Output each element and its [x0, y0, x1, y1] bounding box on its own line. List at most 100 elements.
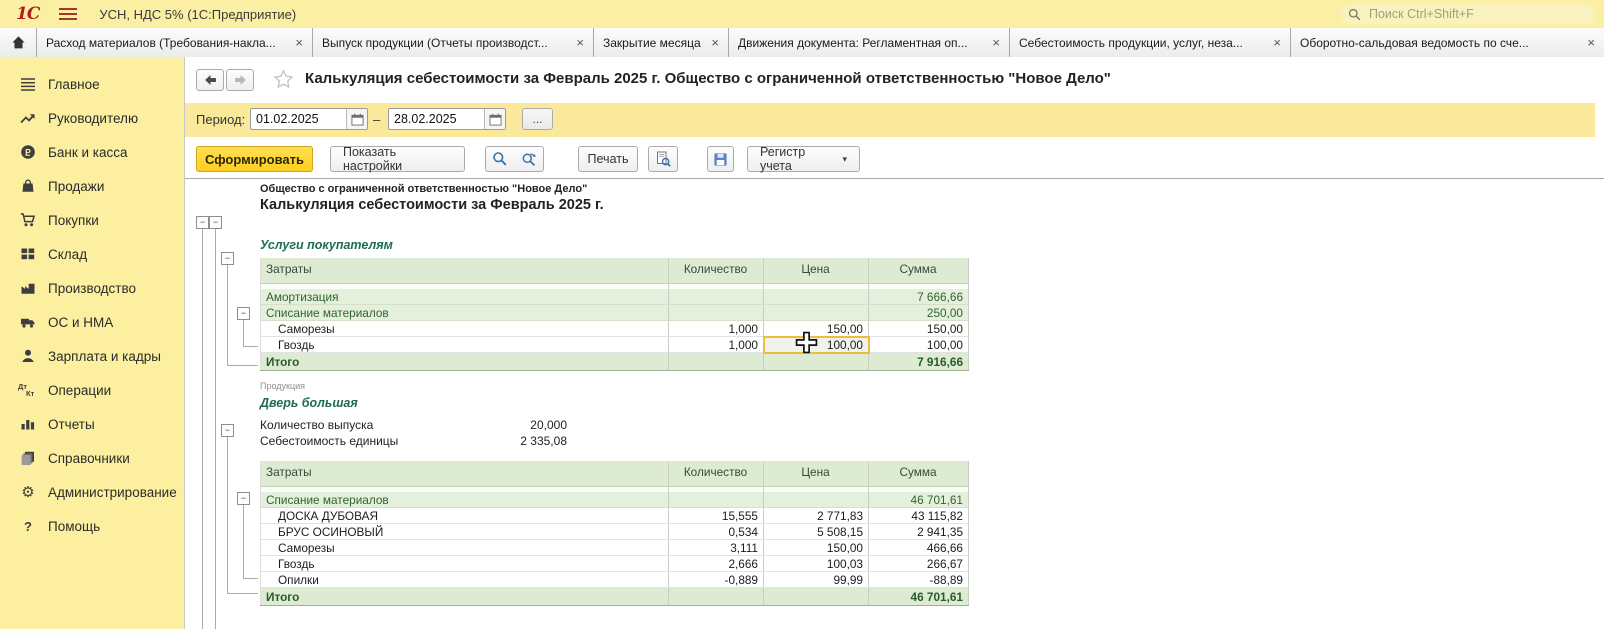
sidebar-item-proizvodstvo[interactable]: Производство — [0, 271, 184, 305]
cell[interactable] — [669, 305, 764, 321]
cell[interactable] — [669, 353, 764, 371]
sidebar-item-pokupki[interactable]: Покупки — [0, 203, 184, 237]
close-icon[interactable]: × — [1273, 36, 1281, 49]
cell[interactable]: -88,89 — [869, 572, 969, 588]
sidebar-item-spravochniki[interactable]: Справочники — [0, 441, 184, 475]
tab-oborotno-saldovaya[interactable]: Оборотно-сальдовая ведомость по сче... × — [1291, 28, 1604, 57]
tab-vypusk-produkcii[interactable]: Выпуск продукции (Отчеты производст... × — [313, 28, 594, 57]
cell[interactable]: Итого — [261, 588, 669, 606]
collapse-level-button[interactable]: − — [196, 216, 209, 229]
cell[interactable]: Опилки — [261, 572, 669, 588]
sidebar-item-pomosch[interactable]: ? Помощь — [0, 509, 184, 543]
forward-button[interactable] — [226, 69, 254, 91]
tab-zakrytie-mesyaca[interactable]: Закрытие месяца × — [594, 28, 729, 57]
sidebar-item-prodazhi[interactable]: Продажи — [0, 169, 184, 203]
period-to-field[interactable] — [388, 108, 506, 130]
collapse-level-button[interactable]: − — [209, 216, 222, 229]
cell[interactable]: 3,111 — [669, 540, 764, 556]
calendar-icon[interactable] — [346, 109, 367, 129]
group-header-door[interactable]: Дверь большая — [260, 396, 358, 410]
period-more-button[interactable]: ... — [522, 108, 553, 130]
cell[interactable]: ДОСКА ДУБОВАЯ — [261, 508, 669, 524]
cell[interactable]: 15,555 — [669, 508, 764, 524]
cell[interactable]: 99,99 — [764, 572, 869, 588]
stat-value[interactable]: 20,000 — [530, 418, 567, 432]
cell[interactable]: 43 115,82 — [869, 508, 969, 524]
collapse-materials2-button[interactable]: − — [237, 492, 250, 505]
selected-cell[interactable]: 100,00 — [764, 337, 869, 353]
cell[interactable]: 7 666,66 — [869, 289, 969, 305]
print-preview-button[interactable] — [648, 146, 678, 172]
cell[interactable]: БРУС ОСИНОВЫЙ — [261, 524, 669, 540]
cell[interactable] — [669, 492, 764, 508]
tab-dvizheniya-dokumenta[interactable]: Движения документа: Регламентная оп... × — [729, 28, 1010, 57]
show-settings-button[interactable]: Показать настройки — [330, 146, 465, 172]
cell[interactable]: Саморезы — [261, 540, 669, 556]
cell[interactable]: 2,666 — [669, 556, 764, 572]
cell[interactable]: 2 771,83 — [764, 508, 869, 524]
save-button[interactable] — [707, 146, 734, 172]
cell[interactable]: Списание материалов — [261, 492, 669, 508]
print-button[interactable]: Печать — [578, 146, 638, 172]
global-search[interactable] — [1340, 4, 1596, 24]
cell[interactable]: 7 916,66 — [869, 353, 969, 371]
sidebar-item-zarplata-i-kadry[interactable]: Зарплата и кадры — [0, 339, 184, 373]
cell[interactable]: 46 701,61 — [869, 492, 969, 508]
cell[interactable] — [669, 588, 764, 606]
close-icon[interactable]: × — [711, 36, 719, 49]
sidebar-item-administrirovanie[interactable]: ⚙ Администрирование — [0, 475, 184, 509]
cell[interactable]: 46 701,61 — [869, 588, 969, 606]
sidebar-item-operacii[interactable]: ДтКт Операции — [0, 373, 184, 407]
cell[interactable]: -0,889 — [669, 572, 764, 588]
period-from-input[interactable] — [251, 111, 346, 127]
cell[interactable]: Гвоздь — [261, 556, 669, 572]
cell[interactable] — [764, 353, 869, 371]
cell[interactable]: 466,66 — [869, 540, 969, 556]
cell[interactable]: 5 508,15 — [764, 524, 869, 540]
cell[interactable] — [669, 289, 764, 305]
register-menu-button[interactable]: Регистр учета ▾ — [747, 146, 860, 172]
cell[interactable]: 100,03 — [764, 556, 869, 572]
sidebar-item-sklad[interactable]: Склад — [0, 237, 184, 271]
cell[interactable]: Амортизация — [261, 289, 669, 305]
close-icon[interactable]: × — [992, 36, 1000, 49]
cell[interactable] — [764, 492, 869, 508]
cell[interactable]: Итого — [261, 353, 669, 371]
cell[interactable]: 1,000 — [669, 321, 764, 337]
find-next-button[interactable] — [514, 146, 544, 172]
cell[interactable]: 0,534 — [669, 524, 764, 540]
period-from-field[interactable] — [250, 108, 368, 130]
close-icon[interactable]: × — [576, 36, 584, 49]
cell[interactable]: 100,00 — [869, 337, 969, 353]
cell[interactable] — [764, 289, 869, 305]
close-icon[interactable]: × — [1587, 36, 1595, 49]
cell[interactable]: 266,67 — [869, 556, 969, 572]
collapse-materials1-button[interactable]: − — [237, 307, 250, 320]
close-icon[interactable]: × — [295, 36, 303, 49]
sidebar-item-bank-i-kassa[interactable]: Р Банк и касса — [0, 135, 184, 169]
cell[interactable]: Гвоздь — [261, 337, 669, 353]
calendar-icon[interactable] — [484, 109, 505, 129]
group-header-services[interactable]: Услуги покупателям — [260, 238, 393, 252]
tab-sebestoimost[interactable]: Себестоимость продукции, услуг, неза... … — [1010, 28, 1291, 57]
generate-button[interactable]: Сформировать — [196, 146, 313, 172]
period-to-input[interactable] — [389, 111, 484, 127]
back-button[interactable] — [196, 69, 224, 91]
cell[interactable] — [764, 588, 869, 606]
cell[interactable] — [764, 305, 869, 321]
cell[interactable]: 150,00 — [869, 321, 969, 337]
cell[interactable]: 150,00 — [764, 321, 869, 337]
favorite-star-icon[interactable] — [273, 69, 294, 94]
cell[interactable]: 150,00 — [764, 540, 869, 556]
collapse-group-door-button[interactable]: − — [221, 424, 234, 437]
sidebar-item-rukovoditelyu[interactable]: Руководителю — [0, 101, 184, 135]
collapse-group-services-button[interactable]: − — [221, 252, 234, 265]
home-tab[interactable] — [0, 28, 37, 57]
tab-raskhod-materialov[interactable]: Расход материалов (Требования-накла... × — [37, 28, 313, 57]
main-menu-icon[interactable] — [59, 8, 77, 20]
sidebar-item-glavnoe[interactable]: Главное — [0, 67, 184, 101]
cell[interactable]: Списание материалов — [261, 305, 669, 321]
cell[interactable]: Саморезы — [261, 321, 669, 337]
stat-value[interactable]: 2 335,08 — [520, 434, 567, 448]
sidebar-item-otchety[interactable]: Отчеты — [0, 407, 184, 441]
